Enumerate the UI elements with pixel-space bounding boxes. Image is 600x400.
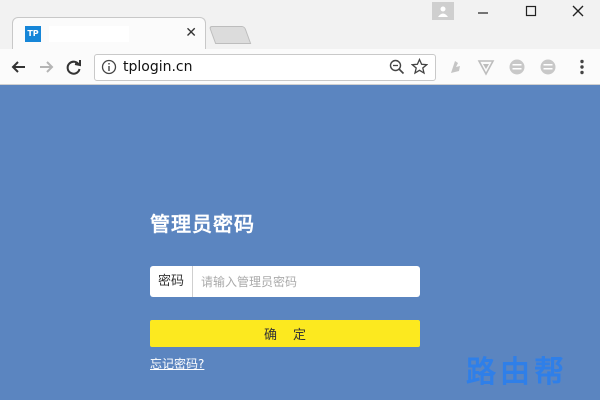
close-window-button[interactable]	[563, 3, 593, 25]
reload-icon[interactable]	[64, 57, 84, 77]
info-icon[interactable]	[101, 59, 117, 79]
browser-toolbar: tplogin.cn	[0, 49, 600, 85]
address-bar[interactable]: tplogin.cn	[94, 54, 436, 81]
url-text[interactable]: tplogin.cn	[123, 59, 193, 75]
password-input[interactable]	[193, 266, 422, 297]
browser-titlebar: TP ✕	[0, 0, 600, 50]
extension-circle-icon[interactable]	[507, 57, 527, 77]
browser-tab[interactable]: TP ✕	[12, 17, 206, 50]
new-tab-button[interactable]	[208, 26, 252, 44]
shield-icon[interactable]	[476, 57, 496, 77]
star-icon[interactable]	[410, 57, 429, 79]
profile-icon[interactable]	[432, 2, 454, 20]
password-row: 密码	[150, 266, 422, 297]
tab-title	[49, 26, 129, 42]
extension-circle-icon[interactable]	[538, 57, 558, 77]
back-icon[interactable]	[9, 57, 29, 77]
forward-icon[interactable]	[36, 57, 56, 77]
zoom-icon[interactable]	[389, 59, 405, 79]
menu-icon[interactable]	[572, 57, 592, 77]
tab-close-icon[interactable]: ✕	[185, 25, 197, 41]
maximize-button[interactable]	[516, 3, 546, 25]
router-login-page: 管理员密码 密码 确定 忘记密码? 路由帮	[0, 85, 600, 400]
watermark-text: 路由帮	[466, 355, 568, 390]
forgot-password-link[interactable]: 忘记密码?	[150, 355, 204, 372]
minimize-button[interactable]	[468, 3, 498, 25]
password-label: 密码	[150, 266, 193, 297]
tp-favicon-icon: TP	[25, 26, 41, 42]
confirm-button[interactable]: 确定	[150, 320, 420, 347]
extension-icon[interactable]	[446, 57, 466, 77]
page-title: 管理员密码	[150, 212, 255, 236]
